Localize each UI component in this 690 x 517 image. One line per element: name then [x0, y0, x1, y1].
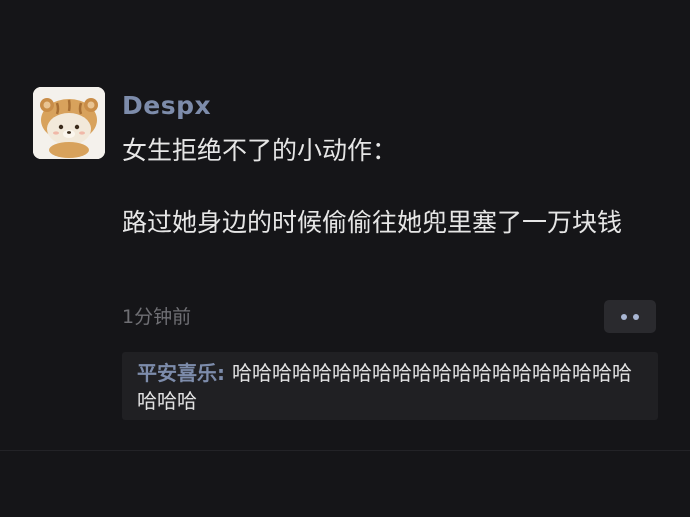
moment-post: Despx 女生拒绝不了的小动作： 路过她身边的时候偷偷往她兜里塞了一万块钱 1… [0, 0, 690, 450]
more-actions-button[interactable] [604, 300, 656, 333]
comment-author[interactable]: 平安喜乐 [137, 361, 217, 385]
comments-section: 平安喜乐: 哈哈哈哈哈哈哈哈哈哈哈哈哈哈哈哈哈哈哈哈哈哈哈 [122, 352, 658, 420]
comment-item[interactable]: 平安喜乐: 哈哈哈哈哈哈哈哈哈哈哈哈哈哈哈哈哈哈哈哈哈哈哈 [137, 359, 646, 415]
comment-separator: : [217, 361, 232, 385]
bear-avatar-icon [33, 87, 105, 159]
post-author[interactable]: Despx [122, 91, 211, 121]
post-timestamp: 1分钟前 [122, 306, 192, 328]
two-dots-icon [621, 313, 627, 320]
two-dots-icon [633, 313, 639, 320]
post-content: 女生拒绝不了的小动作： 路过她身边的时候偷偷往她兜里塞了一万块钱 [122, 136, 623, 237]
avatar[interactable] [33, 87, 105, 159]
divider [0, 450, 690, 451]
